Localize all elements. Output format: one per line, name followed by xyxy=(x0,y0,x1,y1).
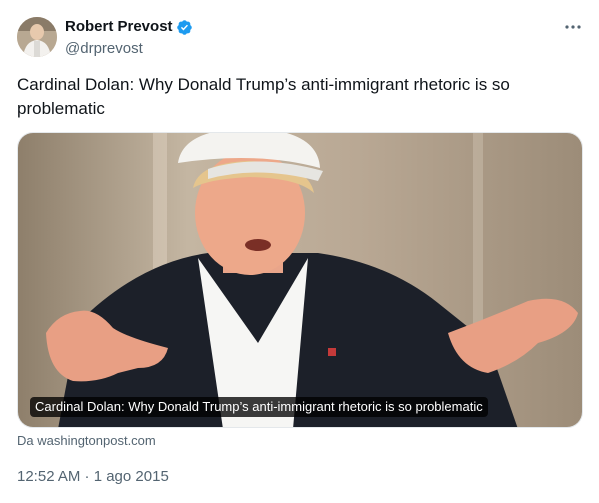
tweet: Robert Prevost @drprevost Cardinal Dolan… xyxy=(0,0,599,503)
author-handle[interactable]: @drprevost xyxy=(65,40,143,58)
author-display-name[interactable]: Robert Prevost xyxy=(65,18,173,36)
avatar[interactable] xyxy=(17,17,57,57)
avatar-image xyxy=(17,17,57,57)
card-source-link[interactable]: Da washingtonpost.com xyxy=(17,433,156,449)
card-caption: Cardinal Dolan: Why Donald Trump’s anti-… xyxy=(30,397,488,417)
tweet-timestamp[interactable]: 12:52 AM · 1 ago 2015 xyxy=(17,468,169,486)
more-options-icon[interactable] xyxy=(562,17,584,37)
tweet-text: Cardinal Dolan: Why Donald Trump’s anti-… xyxy=(17,75,510,118)
author-name-row: Robert Prevost xyxy=(65,18,193,36)
verified-badge-icon xyxy=(176,19,193,36)
card-image xyxy=(18,133,582,427)
link-card[interactable]: Cardinal Dolan: Why Donald Trump’s anti-… xyxy=(17,132,583,428)
